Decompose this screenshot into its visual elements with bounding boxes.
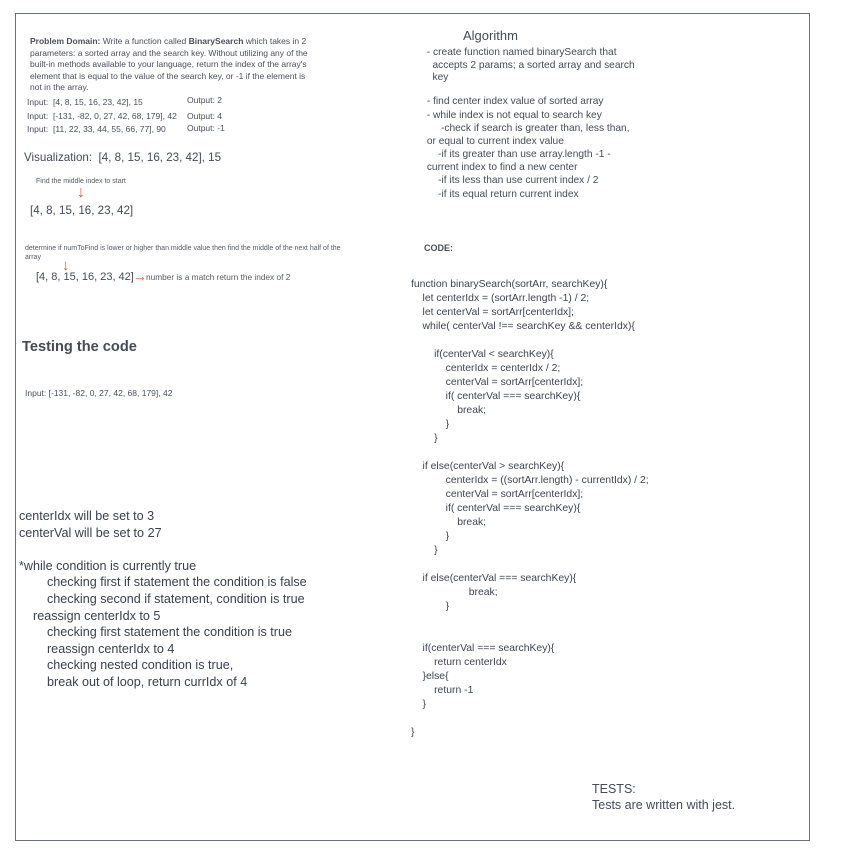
code-line: centerVal = sortArr[centerIdx];: [411, 377, 584, 388]
example-input: Input: [11, 22, 33, 44, 55, 66, 77], 90: [27, 124, 166, 134]
code-line: if(centerVal === searchKey){: [411, 643, 555, 654]
testing-input: Input: [-131, -82, 0, 27, 42, 68, 179], …: [25, 388, 173, 398]
algorithm-step: -if its equal return current index: [424, 189, 579, 200]
code-line: break;: [411, 405, 487, 416]
example-output: Output: 4: [187, 111, 222, 121]
problem-line: not in the array.: [30, 82, 89, 92]
code-line: centerVal = sortArr[centerIdx];: [411, 489, 584, 500]
walkthrough-line: centerIdx will be set to 3: [19, 509, 155, 523]
code-line: }: [411, 601, 450, 612]
code-line: centerIdx = ((sortArr.length) - currentI…: [411, 475, 649, 486]
code-line: }: [411, 727, 415, 738]
code-line: }: [411, 419, 450, 430]
visualization-array: [4, 8, 15, 16, 23, 42]: [36, 271, 134, 283]
visualization-match-text: number is a match return the index of 2: [146, 272, 291, 282]
walkthrough-line: break out of loop, return currIdx of 4: [19, 675, 248, 689]
algorithm-step: or equal to current index value: [424, 136, 564, 147]
algorithm-step: key: [424, 72, 449, 83]
code-line: function binarySearch(sortArr, searchKey…: [411, 279, 608, 290]
problem-text: which takes in 2: [243, 36, 307, 46]
algorithm-step: -if its greater than use array.length -1…: [424, 149, 611, 160]
walkthrough-line: reassign centerIdx to 4: [19, 641, 175, 656]
walkthrough-line: checking first statement the condition i…: [19, 625, 292, 640]
code-line: let centerVal = sortArr[centerIdx];: [411, 307, 574, 318]
algorithm-step: - create function named binarySearch tha…: [424, 47, 617, 58]
code-line: return -1: [411, 685, 474, 696]
code-line: if else(centerVal === searchKey){: [411, 573, 577, 584]
code-line: }: [411, 433, 438, 444]
visualization-note: array: [25, 254, 41, 261]
example-input: Input: [-131, -82, 0, 27, 42, 68, 179], …: [27, 111, 177, 121]
walkthrough-line: checking second if statement, condition …: [19, 592, 305, 606]
code-line: if( centerVal === searchKey){: [411, 391, 581, 402]
down-arrow-icon: ↓: [77, 184, 85, 201]
code-line: if else(centerVal > searchKey){: [411, 461, 565, 472]
code-line: if(centerVal < searchKey){: [411, 349, 554, 360]
walkthrough-line: checking nested condition is true,: [19, 658, 234, 673]
code-line: }else{: [411, 671, 449, 682]
algorithm-title: Algorithm: [463, 28, 518, 43]
code-line: break;: [411, 517, 487, 528]
problem-heading: Problem Domain:: [30, 36, 101, 46]
algorithm-step: - while index is not equal to search key: [424, 110, 602, 121]
problem-line: element that is equal to the value of th…: [30, 70, 306, 81]
code-line: let centerIdx = (sortArr.length -1) / 2;: [411, 293, 590, 304]
example-input: Input: [4, 8, 15, 16, 23, 42], 15: [27, 97, 143, 107]
walkthrough-line: checking first if statement the conditio…: [19, 575, 307, 590]
code-line: return centerIdx: [411, 657, 507, 668]
algorithm-step: - find center index value of sorted arra…: [424, 96, 604, 107]
algorithm-step: -if its less than use current index / 2: [424, 175, 599, 186]
testing-heading: Testing the code: [22, 339, 137, 355]
problem-domain: Problem Domain: Write a function called …: [30, 36, 306, 48]
code-line: break;: [411, 587, 498, 598]
problem-function-name: BinarySearch: [188, 36, 244, 46]
code-line: }: [411, 531, 450, 542]
walkthrough-line: reassign centerIdx to 5: [19, 608, 161, 623]
tests-text: Tests are written with jest.: [592, 798, 736, 812]
code-line: }: [411, 699, 427, 710]
algorithm-step: -check if search is greater than, less t…: [424, 123, 630, 134]
code-line: centerIdx = centerIdx / 2;: [411, 363, 561, 374]
walkthrough-line: centerVal will be set to 27: [19, 525, 162, 540]
example-output: Output: 2: [187, 95, 222, 105]
algorithm-step: current index to find a new center: [424, 162, 578, 173]
visualization-note: determine if numToFind is lower or highe…: [25, 245, 341, 252]
walkthrough-line: *while condition is currently true: [19, 558, 197, 573]
right-arrow-icon: →: [133, 268, 147, 284]
visualization-label: Visualization: [4, 8, 15, 16, 23, 42], 1…: [24, 151, 222, 164]
problem-text: Write a function called: [100, 36, 189, 46]
tests-label: TESTS:: [592, 782, 636, 796]
problem-line: parameters: a sorted array and the searc…: [30, 47, 308, 58]
problem-line: built-in methods available to your langu…: [30, 59, 307, 69]
visualization-array: [4, 8, 15, 16, 23, 42]: [30, 204, 134, 217]
example-output: Output: -1: [187, 123, 225, 133]
code-label: CODE:: [424, 243, 453, 253]
code-line: while( centerVal !== searchKey && center…: [411, 321, 635, 332]
code-line: if( centerVal === searchKey){: [411, 503, 581, 514]
code-line: }: [411, 545, 438, 556]
code-block: function binarySearch(sortArr, searchKey…: [411, 278, 649, 740]
algorithm-step: accepts 2 params; a sorted array and sea…: [424, 59, 635, 71]
